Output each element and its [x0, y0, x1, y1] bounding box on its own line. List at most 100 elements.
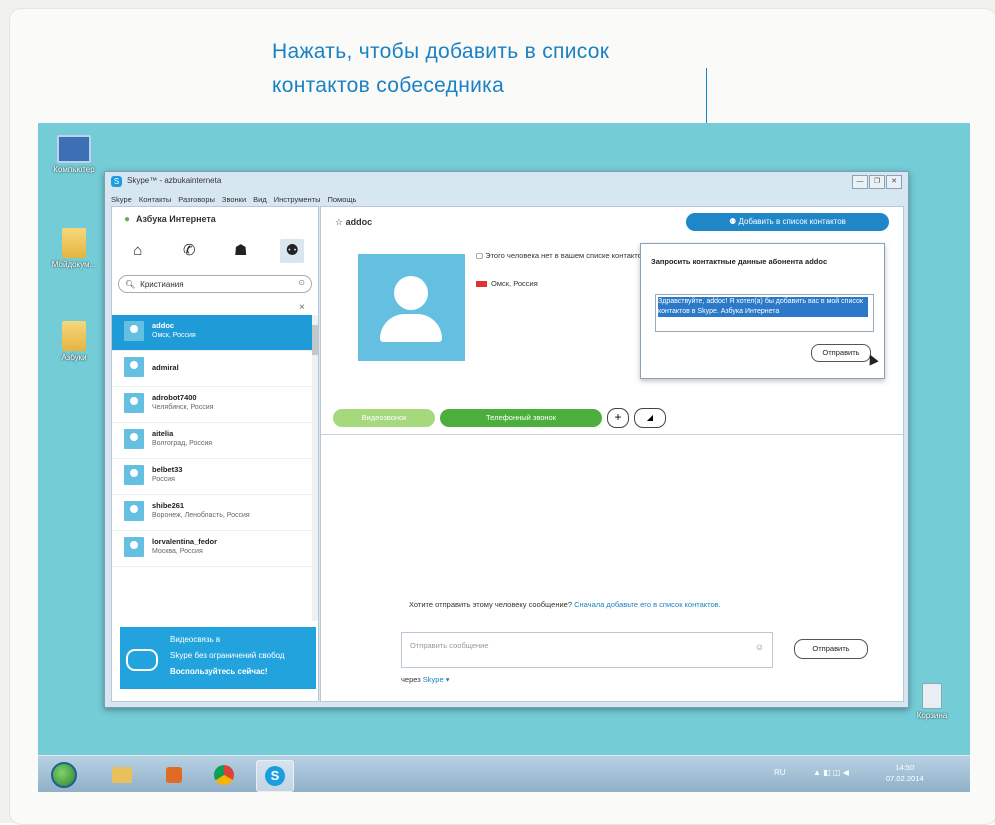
desktop-icon-computer[interactable]: Компьютер: [44, 135, 104, 174]
chrome-icon: [214, 765, 234, 785]
contact-profile-avatar: [358, 254, 465, 361]
contact-avatar-icon: [124, 393, 144, 413]
contact-avatar-icon: [124, 429, 144, 449]
video-promo-banner[interactable]: Видеосвязь в Skype без ограничений свобо…: [120, 627, 316, 689]
window-title: Skype™ - azbukainterneta: [127, 176, 222, 185]
notice-text: Этого человека нет в вашем списке контак…: [485, 251, 646, 260]
contact-row[interactable]: shibe261 Воронеж, Ленобласть, Россия: [112, 495, 312, 531]
left-pane: ● Азбука Интернета ⌂ ✆ ☗ ⚉ 🔍︎ Кристиания…: [111, 206, 319, 702]
contact-request-popup: Запросить контактные данные абонента add…: [640, 243, 885, 379]
contact-location: Волгоград, Россия: [152, 440, 213, 447]
send-request-button[interactable]: Отправить: [811, 344, 871, 362]
desktop-icon-folder[interactable]: Азбуки: [44, 321, 104, 362]
menu-contacts[interactable]: Контакты: [139, 195, 171, 204]
maximize-button[interactable]: ❐: [869, 175, 885, 189]
contact-row[interactable]: adrobot7400 Челябинск, Россия: [112, 387, 312, 423]
search-clear-icon[interactable]: ⊙: [298, 278, 305, 287]
contact-avatar-icon: [124, 321, 144, 341]
add-to-contacts-button[interactable]: ⚉ Добавить в список контактов: [686, 213, 889, 231]
contact-row[interactable]: lorvalentina_fedor Москва, Россия: [112, 531, 312, 567]
desktop-icon-label: Азбуки: [61, 353, 87, 362]
skype-logo-icon: S: [111, 176, 122, 187]
conversation-header: ☆ addoc: [335, 217, 372, 228]
call-quality-button[interactable]: ◢: [634, 408, 666, 428]
taskbar-media-player[interactable]: [156, 760, 192, 790]
desktop-icon-documents[interactable]: Мойдокум...: [44, 228, 104, 269]
desktop-icon-label: Мойдокум...: [51, 260, 97, 269]
add-contact-link[interactable]: Сначала добавьте его в список контактов.: [574, 600, 721, 609]
search-input[interactable]: 🔍︎ Кристиания ⊙: [118, 275, 312, 293]
via-value: Skype ▾: [422, 675, 450, 684]
contact-name: aitelia: [152, 429, 174, 438]
message-notice: Хотите отправить этому человеку сообщени…: [409, 599, 789, 610]
mouse-cursor-icon: [865, 352, 879, 366]
taskbar-chrome[interactable]: [206, 760, 242, 790]
contact-name: shibe261: [152, 501, 185, 510]
contact-row[interactable]: belbet33 Россия: [112, 459, 312, 495]
folder-icon: [62, 228, 86, 258]
menu-help[interactable]: Помощь: [327, 195, 356, 204]
start-button[interactable]: [46, 760, 82, 790]
desktop-icon-label: Корзина: [916, 711, 948, 720]
send-message-button[interactable]: Отправить: [794, 639, 868, 659]
emoticon-icon[interactable]: ☺: [755, 642, 764, 652]
contact-location: Москва, Россия: [152, 548, 203, 555]
close-button[interactable]: ✕: [886, 175, 902, 189]
contact-row[interactable]: aitelia Волгоград, Россия: [112, 423, 312, 459]
annotation-caption: Нажать, чтобы добавить в список контакто…: [272, 35, 609, 103]
folder-icon: [62, 321, 86, 351]
menu-bar: Skype Контакты Разговоры Звонки Вид Инст…: [111, 192, 904, 206]
recycle-bin-icon: [922, 683, 942, 709]
contacts-icon[interactable]: ☗: [229, 239, 253, 263]
video-call-button[interactable]: Видеозвонок: [333, 409, 435, 427]
message-notice-text: Хотите отправить этому человеку сообщени…: [409, 600, 572, 609]
search-icon: 🔍︎: [125, 279, 136, 289]
tray-icons[interactable]: ▲ ◧ ◫ ◀: [813, 768, 849, 777]
scrollbar-thumb[interactable]: [312, 325, 318, 355]
favorite-star-icon[interactable]: ☆: [335, 217, 343, 227]
minimize-button[interactable]: —: [852, 175, 868, 189]
tray-language[interactable]: RU: [774, 768, 786, 777]
contact-location: Омск, Россия: [152, 332, 196, 339]
taskbar-skype[interactable]: S: [256, 760, 294, 792]
via-label: через: [401, 675, 421, 684]
contact-name: lorvalentina_fedor: [152, 537, 218, 546]
phone-icon[interactable]: ✆: [177, 239, 201, 263]
avatar-head: [394, 276, 428, 310]
contact-list-scrollbar[interactable]: [312, 315, 318, 621]
clock-date: 07.02.2014: [886, 774, 924, 783]
desktop-icon-recycle-bin[interactable]: Корзина: [902, 683, 962, 720]
avatar-body: [380, 314, 442, 342]
computer-icon: [57, 135, 91, 163]
menu-skype[interactable]: Skype: [111, 195, 132, 204]
phone-call-button[interactable]: Телефонный звонок: [440, 409, 602, 427]
skype-icon: S: [265, 766, 285, 786]
close-search-results-icon[interactable]: ×: [299, 302, 305, 313]
menu-view[interactable]: Вид: [253, 195, 267, 204]
promo-line-1: Видеосвязь в: [170, 635, 221, 644]
popup-title: Запросить контактные данные абонента add…: [651, 257, 828, 266]
add-contact-icon[interactable]: ⚉: [280, 239, 305, 263]
account-name: Азбука Интернета: [136, 214, 216, 224]
conversation-contact-name: addoc: [345, 217, 373, 227]
contact-name: adrobot7400: [152, 393, 197, 402]
add-participant-button[interactable]: +: [607, 408, 629, 428]
taskbar-explorer[interactable]: [104, 760, 140, 790]
menu-calls[interactable]: Звонки: [222, 195, 246, 204]
windows-logo-icon: [51, 762, 77, 788]
contact-row[interactable]: addoc Омск, Россия: [112, 315, 312, 351]
tray-clock[interactable]: 14:50 07.02.2014: [886, 762, 924, 784]
home-icon[interactable]: ⌂: [126, 239, 150, 263]
message-compose-field[interactable]: Отправить сообщение ☺: [401, 632, 773, 668]
menu-tools[interactable]: Инструменты: [274, 195, 321, 204]
navigation-tabs: ⌂ ✆ ☗ ⚉: [112, 233, 318, 269]
contact-name: addoc: [152, 321, 175, 330]
request-message-text: Здравствуйте, addoc! Я хотел(а) бы добав…: [658, 297, 868, 317]
window-titlebar[interactable]: S Skype™ - azbukainterneta — ❐ ✕: [105, 172, 908, 192]
request-message-field[interactable]: Здравствуйте, addoc! Я хотел(а) бы добав…: [655, 294, 874, 332]
contact-row[interactable]: admiral: [112, 351, 312, 387]
compose-placeholder: Отправить сообщение: [410, 641, 489, 650]
menu-conversations[interactable]: Разговоры: [178, 195, 215, 204]
send-via-selector[interactable]: через Skype ▾: [401, 675, 450, 684]
account-header[interactable]: ● Азбука Интернета: [112, 207, 318, 231]
